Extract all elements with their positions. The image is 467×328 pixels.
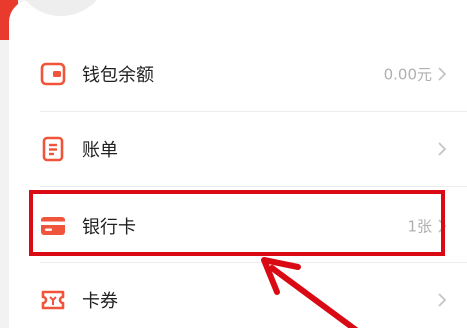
chevron-right-icon bbox=[437, 141, 447, 157]
chevron-right-icon bbox=[437, 218, 447, 234]
menu-item-label: 账单 bbox=[82, 140, 118, 161]
bill-icon bbox=[40, 136, 66, 162]
menu-item-label: 银行卡 bbox=[82, 217, 136, 238]
bank-card-count: 1张 bbox=[407, 217, 432, 236]
menu-item-bank-cards[interactable]: 银行卡 1张 bbox=[9, 189, 467, 263]
menu-item-label: 卡券 bbox=[82, 291, 118, 312]
wallet-screen: 钱包余额 0.00元 账单 银行卡 1张 卡券 bbox=[0, 0, 467, 328]
divider bbox=[40, 186, 467, 187]
wallet-icon bbox=[40, 61, 66, 87]
avatar[interactable] bbox=[13, 0, 109, 16]
coupon-icon bbox=[40, 287, 66, 313]
chevron-right-icon bbox=[437, 66, 447, 82]
menu-item-label: 钱包余额 bbox=[82, 65, 154, 86]
menu-item-bills[interactable]: 账单 bbox=[9, 112, 467, 186]
bank-card-icon bbox=[40, 213, 66, 239]
wallet-balance-value: 0.00元 bbox=[383, 65, 432, 84]
menu-item-wallet-balance[interactable]: 钱包余额 0.00元 bbox=[9, 37, 467, 111]
chevron-right-icon bbox=[437, 292, 447, 308]
menu-item-coupons[interactable]: 卡券 bbox=[9, 263, 467, 328]
